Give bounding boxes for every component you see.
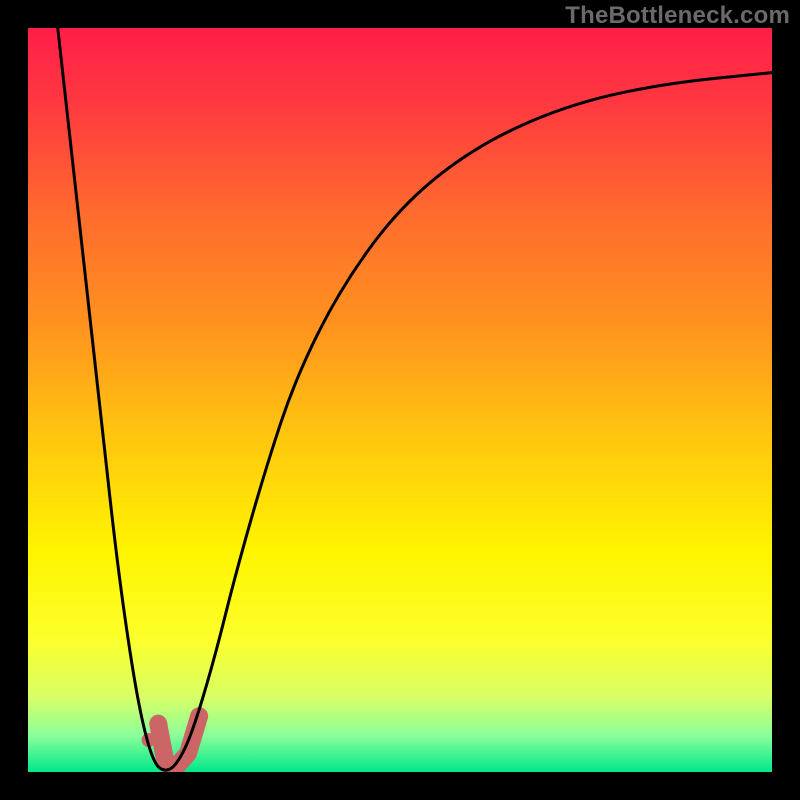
chart-frame bbox=[28, 28, 772, 772]
bottleneck-chart bbox=[28, 28, 772, 772]
watermark-text: TheBottleneck.com bbox=[565, 2, 790, 30]
gradient-background bbox=[28, 28, 772, 772]
